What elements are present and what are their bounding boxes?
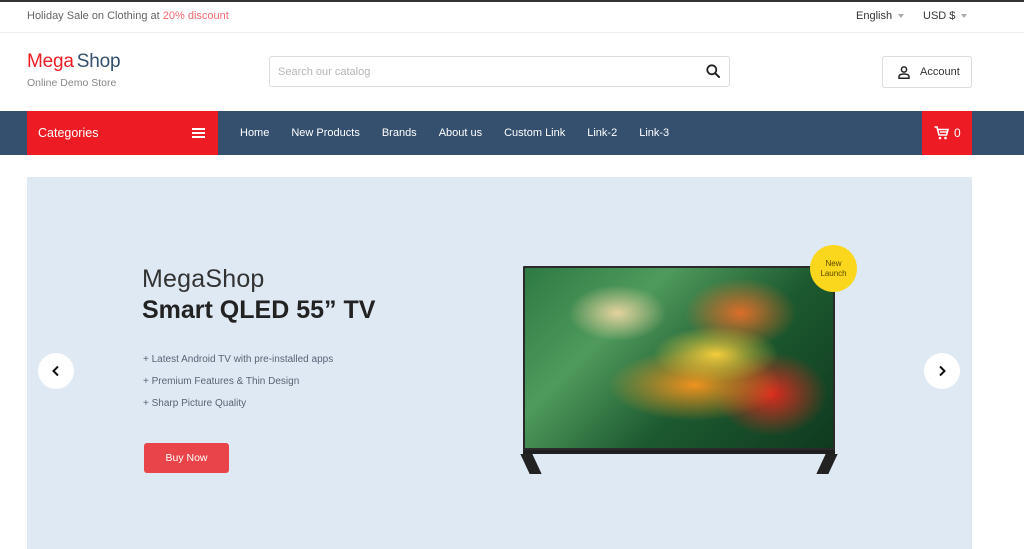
feature-item: + Sharp Picture Quality bbox=[143, 398, 247, 409]
nav-link-custom-link[interactable]: Custom Link bbox=[504, 127, 565, 139]
nav-link-about-us[interactable]: About us bbox=[439, 127, 482, 139]
currency-selector[interactable]: USD $ bbox=[923, 10, 968, 22]
nav-links: Home New Products Brands About us Custom Lin… bbox=[240, 127, 691, 139]
banner-features: + Latest Android TV with pre-installed a… bbox=[143, 354, 333, 420]
tv-stand-right bbox=[816, 454, 838, 474]
caret-down-icon bbox=[898, 14, 905, 19]
account-button[interactable]: Account bbox=[882, 56, 972, 88]
tv-bottom-bar bbox=[523, 450, 835, 454]
menu-icon bbox=[192, 128, 205, 138]
account-label: Account bbox=[920, 66, 960, 78]
carousel-prev-button[interactable] bbox=[38, 353, 74, 389]
banner-brand: MegaShop bbox=[142, 265, 265, 293]
nav-link-link-2[interactable]: Link-2 bbox=[587, 127, 617, 139]
cart-button[interactable]: 0 bbox=[922, 111, 972, 155]
caret-down-icon bbox=[961, 14, 968, 19]
chevron-left-icon bbox=[52, 365, 59, 377]
carousel-next-button[interactable] bbox=[924, 353, 960, 389]
search-box bbox=[269, 56, 730, 87]
promo-highlight[interactable]: 20% discount bbox=[163, 10, 229, 22]
hero-banner: MegaShop Smart QLED 55” TV + Latest Andr… bbox=[27, 177, 972, 549]
categories-button[interactable]: Categories bbox=[27, 111, 218, 155]
cart-count: 0 bbox=[954, 126, 961, 140]
logo-shop: Shop bbox=[76, 51, 121, 72]
user-icon bbox=[898, 66, 910, 79]
tv-product-image[interactable] bbox=[520, 266, 838, 474]
cart-icon bbox=[934, 126, 949, 140]
badge-line1: New bbox=[825, 259, 842, 268]
header: MegaShop Online Demo Store Account bbox=[0, 33, 1024, 111]
badge-line2: Launch bbox=[820, 269, 847, 278]
nav-link-new-products[interactable]: New Products bbox=[291, 127, 359, 139]
buy-now-button[interactable]: Buy Now bbox=[144, 443, 229, 473]
feature-item: + Latest Android TV with pre-installed a… bbox=[143, 354, 334, 365]
tv-stand-left bbox=[520, 454, 542, 474]
currency-label: USD $ bbox=[923, 10, 956, 22]
feature-item: + Premium Features & Thin Design bbox=[143, 376, 300, 387]
promo-message: Holiday Sale on Clothing at 20% discount bbox=[27, 10, 229, 22]
search-icon[interactable] bbox=[706, 64, 720, 78]
language-selector[interactable]: English bbox=[856, 10, 905, 22]
search-input[interactable] bbox=[270, 57, 690, 86]
categories-label: Categories bbox=[38, 126, 99, 140]
banner-title: Smart QLED 55” TV bbox=[142, 296, 376, 324]
new-launch-badge: New Launch bbox=[810, 245, 857, 292]
logo[interactable]: Mega Shop bbox=[27, 51, 121, 73]
nav-link-brands[interactable]: Brands bbox=[382, 127, 417, 139]
language-label: English bbox=[856, 10, 893, 22]
logo-mega: Mega bbox=[27, 51, 74, 72]
promo-text: Holiday Sale on Clothing at bbox=[27, 10, 163, 22]
chevron-right-icon bbox=[939, 365, 946, 377]
nav-link-link-3[interactable]: Link-3 bbox=[639, 127, 669, 139]
tagline: Online Demo Store bbox=[27, 77, 117, 89]
main-nav: Categories Home New Products Brands About u… bbox=[0, 111, 1024, 155]
tv-screen bbox=[525, 268, 833, 448]
top-bar: Holiday Sale on Clothing at 20% discount… bbox=[0, 2, 1024, 33]
nav-link-home[interactable]: Home bbox=[240, 127, 269, 139]
